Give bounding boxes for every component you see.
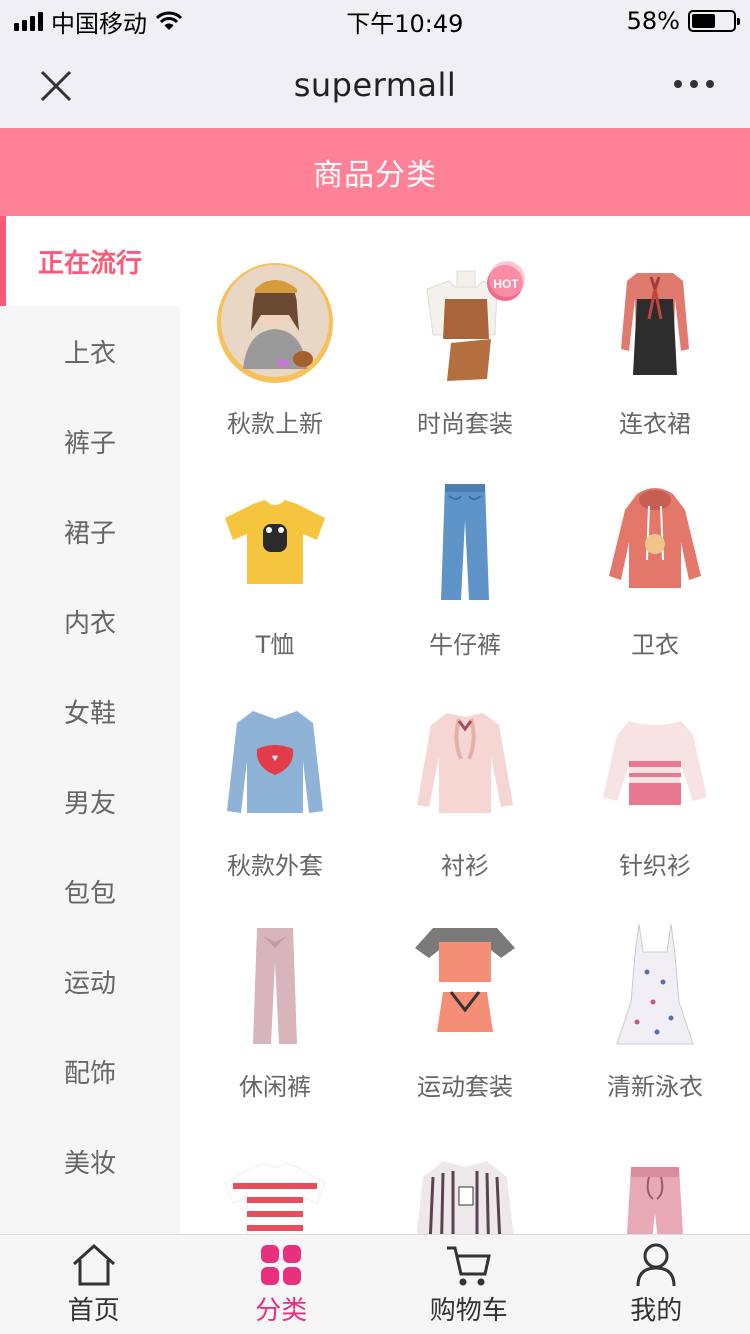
grid-item-jeans[interactable]: 牛仔裤 (370, 477, 560, 698)
grid-item-knit[interactable]: 针织衫 (560, 698, 750, 919)
grid-item-label: 连衣裙 (619, 410, 691, 438)
tshirt-icon (210, 477, 340, 607)
grid-item-blouse[interactable]: 衬衫 (370, 698, 560, 919)
category-grid: 秋款上新 HOT 时尚套装 连衣裙 T恤 牛仔裤 卫衣 ♥ 秋款外套 衬衫 针织… (180, 216, 750, 1234)
pink-pants-icon (590, 1140, 720, 1234)
battery-icon (687, 10, 740, 32)
grid-item-label: 休闲裤 (239, 1073, 311, 1101)
grid-item-label: 牛仔裤 (429, 631, 501, 659)
grid-item-dress[interactable]: 连衣裙 (560, 256, 750, 477)
sport-set-icon (400, 919, 530, 1049)
profile-icon (631, 1242, 681, 1288)
grid-item-label: 卫衣 (631, 631, 679, 659)
page-header: 商品分类 (0, 128, 750, 216)
sidebar-item-underwear[interactable]: 内衣 (0, 576, 180, 666)
page-title: 商品分类 (313, 158, 437, 193)
sidebar-item-popular[interactable]: 正在流行 (0, 216, 180, 306)
fashion-set-icon: HOT (400, 256, 530, 386)
close-icon[interactable] (38, 68, 74, 104)
status-right: 58% (626, 7, 740, 35)
sidebar-item-boyfriend[interactable]: 男友 (0, 756, 180, 846)
grid-item-label: 衬衫 (441, 852, 489, 880)
svg-text:♥: ♥ (272, 753, 278, 764)
tab-label: 分类 (255, 1296, 308, 1326)
grid-item-pink-pants[interactable] (560, 1140, 750, 1234)
jeans-icon (400, 477, 530, 607)
grid-item-label: 清新泳衣 (607, 1073, 703, 1101)
grid-item-hoodie[interactable]: 卫衣 (560, 477, 750, 698)
more-icon[interactable] (674, 74, 714, 94)
sidebar-item-label: 内衣 (63, 608, 116, 639)
hot-badge: HOT (493, 277, 519, 291)
grid-item-label: 秋款上新 (227, 410, 323, 438)
blouse-icon (400, 698, 530, 828)
grid-item-striped-shirt[interactable] (370, 1140, 560, 1234)
tab-label: 购物车 (429, 1296, 508, 1326)
tab-label: 首页 (67, 1296, 120, 1326)
grid-item-fashion-set[interactable]: HOT 时尚套装 (370, 256, 560, 477)
sidebar-item-label: 男友 (63, 788, 116, 819)
sidebar-item-label: 裙子 (63, 518, 116, 549)
grid-item-casual-pants[interactable]: 休闲裤 (180, 919, 370, 1140)
tab-category[interactable]: 分类 (188, 1235, 376, 1334)
grid-item-striped-tee[interactable] (180, 1140, 370, 1234)
tab-cart[interactable]: 购物车 (375, 1235, 563, 1334)
grid-item-sport-set[interactable]: 运动套装 (370, 919, 560, 1140)
sidebar-item-tops[interactable]: 上衣 (0, 306, 180, 396)
jacket-icon: ♥ (210, 698, 340, 828)
sidebar-item-label: 女鞋 (63, 698, 116, 729)
status-time: 下午10:49 (346, 9, 464, 38)
swimsuit-icon (590, 919, 720, 1049)
grid-item-label: 针织衫 (619, 852, 691, 880)
striped-tee-icon (210, 1140, 340, 1234)
sidebar-item-label: 运动 (63, 968, 116, 999)
sidebar-item-label: 美妆 (63, 1148, 116, 1179)
nav-bar: supermall (0, 42, 750, 128)
sidebar-item-label: 包包 (63, 878, 116, 909)
sidebar-item-label: 裤子 (63, 428, 116, 459)
sidebar-item-label: 正在流行 (37, 248, 142, 279)
tab-bar: 首页 分类 购物车 我的 (0, 1234, 750, 1334)
tab-profile[interactable]: 我的 (563, 1235, 750, 1334)
wifi-icon (155, 11, 183, 30)
sidebar-item-label: 配饰 (63, 1058, 116, 1089)
home-icon (69, 1242, 119, 1288)
sidebar-item-makeup[interactable]: 美妆 (0, 1116, 180, 1206)
autumn-new-icon (210, 256, 340, 386)
grid-item-label: T恤 (255, 631, 295, 659)
grid-item-label: 时尚套装 (417, 410, 513, 438)
knit-icon (590, 698, 720, 828)
status-bar: 中国移动 下午10:49 58% (0, 0, 750, 42)
nav-title: supermall (293, 66, 457, 104)
striped-shirt-icon (400, 1140, 530, 1234)
carrier-label: 中国移动 (51, 9, 147, 38)
tab-home[interactable]: 首页 (0, 1235, 188, 1334)
sidebar-item-label: 上衣 (63, 338, 116, 369)
sidebar-item-sports[interactable]: 运动 (0, 936, 180, 1026)
grid-item-jacket[interactable]: ♥ 秋款外套 (180, 698, 370, 919)
status-left: 中国移动 (14, 4, 183, 39)
sidebar-item-shoes[interactable]: 女鞋 (0, 666, 180, 756)
tab-label: 我的 (630, 1296, 683, 1326)
sidebar-item-pants[interactable]: 裤子 (0, 396, 180, 486)
signal-icon (14, 11, 43, 31)
sidebar-item-accessories[interactable]: 配饰 (0, 1026, 180, 1116)
category-sidebar: 正在流行 上衣 裤子 裙子 内衣 女鞋 男友 包包 运动 配饰 美妆 (0, 216, 180, 1234)
dress-icon (590, 256, 720, 386)
cart-icon (444, 1242, 494, 1288)
grid-item-swimsuit[interactable]: 清新泳衣 (560, 919, 750, 1140)
grid-item-label: 秋款外套 (227, 852, 323, 880)
casual-pants-icon (210, 919, 340, 1049)
sidebar-item-bags[interactable]: 包包 (0, 846, 180, 936)
battery-percent: 58% (626, 7, 680, 35)
category-content: 秋款上新 HOT 时尚套装 连衣裙 T恤 牛仔裤 卫衣 ♥ 秋款外套 衬衫 针织… (180, 216, 750, 1234)
category-icon (256, 1242, 306, 1288)
grid-item-tshirt[interactable]: T恤 (180, 477, 370, 698)
battery-fill (691, 14, 716, 28)
sidebar-item-skirts[interactable]: 裙子 (0, 486, 180, 576)
grid-item-label: 运动套装 (417, 1073, 513, 1101)
hoodie-icon (590, 477, 720, 607)
grid-item-autumn-new[interactable]: 秋款上新 (180, 256, 370, 477)
